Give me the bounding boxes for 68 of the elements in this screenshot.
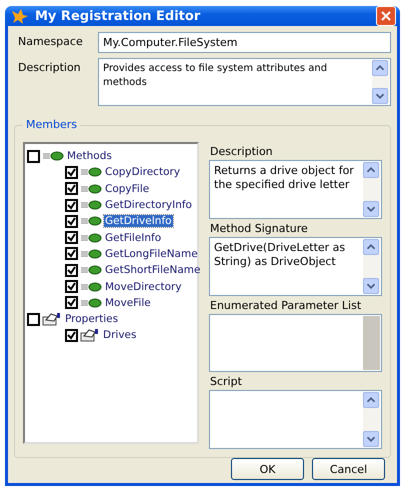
dialog-button[interactable]: OK: [231, 458, 304, 480]
property-icon: [42, 312, 62, 326]
text-area[interactable]: Returns a drive object for the specified drive letter: [209, 160, 382, 219]
tree-item[interactable]: GetShortFileName: [104, 264, 202, 276]
tree-item[interactable]: GetLongFileName: [104, 248, 199, 260]
text-area[interactable]: [209, 390, 382, 449]
method-icon: [80, 232, 102, 244]
field-label: Enumerated Parameter List: [210, 298, 362, 312]
checkbox[interactable]: [65, 231, 78, 244]
scrollbar[interactable]: [363, 392, 380, 447]
tree-item[interactable]: MoveFile: [104, 296, 152, 309]
method-icon: [80, 166, 102, 178]
scrollbar[interactable]: [363, 162, 380, 217]
field-label: Description: [17, 60, 82, 76]
description-field[interactable]: Provides access to file system attributes and methods: [98, 58, 391, 106]
method-icon: [80, 182, 102, 195]
field-label: Description: [210, 145, 274, 158]
scroll-down-icon[interactable]: [372, 88, 388, 104]
members-tree[interactable]: Methods CopyDirectory CopyFile GetDirectoryInfo GetDriveInfo GetFileInfo GetLongFileName GetShortFileName MoveDirectory MoveFile Properties Drives: [23, 142, 199, 444]
scroll-up-icon[interactable]: [363, 238, 379, 255]
tree-item[interactable]: GetDirectoryInfo: [104, 199, 193, 212]
tree-item[interactable]: Properties: [64, 313, 120, 326]
method-icon: [80, 296, 102, 309]
scroll-up-icon[interactable]: [372, 60, 388, 76]
method-icon: [80, 248, 102, 260]
checkbox[interactable]: [65, 328, 78, 342]
scroll-down-icon[interactable]: [363, 431, 379, 447]
scroll-down-icon[interactable]: [363, 278, 379, 294]
tree-item[interactable]: CopyFile: [104, 182, 150, 195]
app-icon: [11, 8, 29, 24]
property-icon: [80, 328, 100, 342]
checkbox[interactable]: [65, 198, 78, 212]
scroll-up-icon[interactable]: [363, 162, 379, 178]
method-icon: [80, 264, 102, 276]
scrollbar[interactable]: [363, 238, 380, 294]
field-label: Script: [210, 375, 243, 388]
method-icon: [42, 150, 64, 162]
checkbox[interactable]: [65, 247, 78, 260]
close-icon: [381, 11, 391, 21]
scroll-up-icon[interactable]: [363, 392, 379, 408]
checkbox[interactable]: [65, 214, 78, 228]
tree-item[interactable]: CopyDirectory: [104, 166, 182, 178]
tree-item[interactable]: Methods: [66, 150, 113, 162]
checkbox[interactable]: [27, 312, 40, 326]
tree-item[interactable]: GetFileInfo: [104, 232, 162, 244]
scroll-down-icon[interactable]: [363, 200, 379, 217]
method-icon: [80, 280, 102, 293]
checkbox[interactable]: [27, 150, 40, 163]
close-button[interactable]: [376, 6, 396, 26]
checkbox[interactable]: [65, 182, 78, 196]
field-label: Namespace: [17, 34, 84, 50]
window-title: My Registration Editor: [35, 8, 202, 24]
text-area[interactable]: GetDrive(DriveLetter as String) as DriveObject: [209, 236, 382, 296]
text-area[interactable]: [209, 314, 382, 372]
namespace-field[interactable]: My.Computer.FileSystem: [98, 32, 391, 53]
field-label: Method Signature: [210, 222, 309, 235]
group-title: Members: [23, 118, 80, 131]
dialog-button[interactable]: Cancel: [312, 458, 385, 480]
checkbox[interactable]: [65, 264, 78, 277]
checkbox[interactable]: [65, 166, 78, 179]
scrollbar[interactable]: [372, 60, 389, 104]
checkbox[interactable]: [65, 296, 78, 310]
tree-item[interactable]: Drives: [102, 329, 138, 342]
method-icon: [80, 199, 102, 212]
method-icon: [80, 215, 102, 228]
tree-item[interactable]: GetDriveInfo: [104, 215, 173, 228]
tree-item[interactable]: MoveDirectory: [104, 280, 183, 293]
checkbox[interactable]: [65, 280, 78, 294]
